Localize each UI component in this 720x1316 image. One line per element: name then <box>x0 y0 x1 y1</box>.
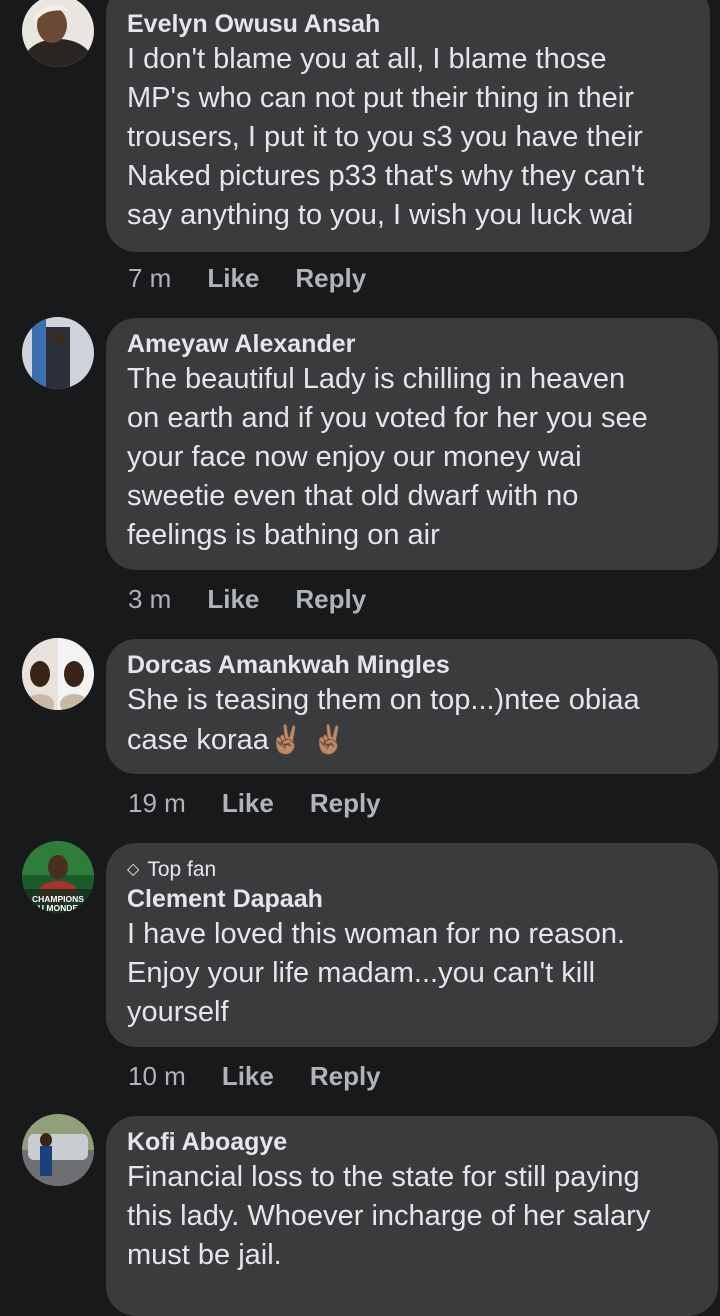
reply-button[interactable]: Reply <box>295 262 366 294</box>
comment-text-line: I don't blame you at all, I blame those <box>127 43 607 75</box>
comment-text-line: say anything to you, I wish you luck wai <box>127 199 634 231</box>
comment-author[interactable]: Ameyaw Alexander <box>127 328 696 360</box>
comment-bubble: Dorcas Amankwah Mingles She is teasing t… <box>106 639 718 774</box>
comment-text-line: sweetie even that old dwarf with no <box>127 480 579 512</box>
comment-text-line: on earth and if you voted for her you se… <box>127 402 648 434</box>
comment-text-line: case koraa✌🏽 ✌🏽 <box>127 720 696 760</box>
comment-text: She is teasing them on top...)ntee obiaa… <box>127 681 696 760</box>
avatar[interactable] <box>22 0 94 67</box>
comment-text: Financial loss to the state for still pa… <box>127 1158 696 1275</box>
comment-text-line: feelings is bathing on air <box>127 519 440 551</box>
reply-button[interactable]: Reply <box>310 787 381 819</box>
avatar[interactable] <box>22 638 94 710</box>
top-fan-badge: ◇ Top fan <box>127 857 696 883</box>
comment-bubble: ◇ Top fan Clement Dapaah I have loved th… <box>106 843 718 1047</box>
comment-text-line: this lady. Whoever incharge of her salar… <box>127 1200 651 1232</box>
comment-text-line: must be jail. <box>127 1239 282 1271</box>
comment-timestamp[interactable]: 3 m <box>128 583 171 615</box>
avatar[interactable]: CHAMPIONS U MONDE <box>22 841 94 913</box>
comment-text-line: MP's who can not put their thing in thei… <box>127 82 634 114</box>
comment-bubble: Kofi Aboagye Financial loss to the state… <box>106 1116 718 1316</box>
victory-hand-icon: ✌🏽 ✌🏽 <box>268 724 347 755</box>
comment-actions: 3 m Like Reply <box>128 583 366 615</box>
comment-author[interactable]: Clement Dapaah <box>127 883 696 915</box>
comment-text-line: The beautiful Lady is chilling in heaven <box>127 363 626 395</box>
avatar[interactable] <box>22 1114 94 1186</box>
avatar[interactable] <box>22 317 94 389</box>
like-button[interactable]: Like <box>207 583 259 615</box>
comment-timestamp[interactable]: 10 m <box>128 1060 186 1092</box>
comment-text: I don't blame you at all, I blame those … <box>127 40 688 235</box>
comment-text-line: She is teasing them on top...)ntee obiaa <box>127 684 640 716</box>
comment-text: I have loved this woman for no reason. E… <box>127 915 696 1032</box>
comment-author[interactable]: Kofi Aboagye <box>127 1126 696 1158</box>
diamond-icon: ◇ <box>127 861 140 878</box>
comment-text-line: I have loved this woman for no reason. <box>127 918 626 950</box>
comment-text-line: Enjoy your life madam...you can't kill <box>127 957 596 989</box>
comment-text-line: Naked pictures p33 that's why they can't <box>127 160 645 192</box>
comment-author[interactable]: Dorcas Amankwah Mingles <box>127 649 696 681</box>
comment-text: The beautiful Lady is chilling in heaven… <box>127 360 696 555</box>
comment-text-line: trousers, I put it to you s3 you have th… <box>127 121 643 153</box>
reply-button[interactable]: Reply <box>310 1060 381 1092</box>
top-fan-label: Top fan <box>147 858 217 881</box>
comment-text-line: yourself <box>127 996 229 1028</box>
comment-timestamp[interactable]: 19 m <box>128 787 186 819</box>
comment-timestamp[interactable]: 7 m <box>128 262 171 294</box>
comment-text-line: your face now enjoy our money wai <box>127 441 582 473</box>
comment-actions: 19 m Like Reply <box>128 787 381 819</box>
comment-actions: 7 m Like Reply <box>128 262 366 294</box>
comment-author[interactable]: Evelyn Owusu Ansah <box>127 8 688 40</box>
reply-button[interactable]: Reply <box>295 583 366 615</box>
comment-bubble: Ameyaw Alexander The beautiful Lady is c… <box>106 318 718 570</box>
like-button[interactable]: Like <box>207 262 259 294</box>
like-button[interactable]: Like <box>222 1060 274 1092</box>
comment-actions: 10 m Like Reply <box>128 1060 381 1092</box>
like-button[interactable]: Like <box>222 787 274 819</box>
comment-text-line-part: case koraa <box>127 724 269 756</box>
avatar-caption: U MONDE <box>38 903 78 913</box>
comment-bubble: Evelyn Owusu Ansah I don't blame you at … <box>106 0 710 252</box>
comment-text-line: Financial loss to the state for still pa… <box>127 1161 640 1193</box>
